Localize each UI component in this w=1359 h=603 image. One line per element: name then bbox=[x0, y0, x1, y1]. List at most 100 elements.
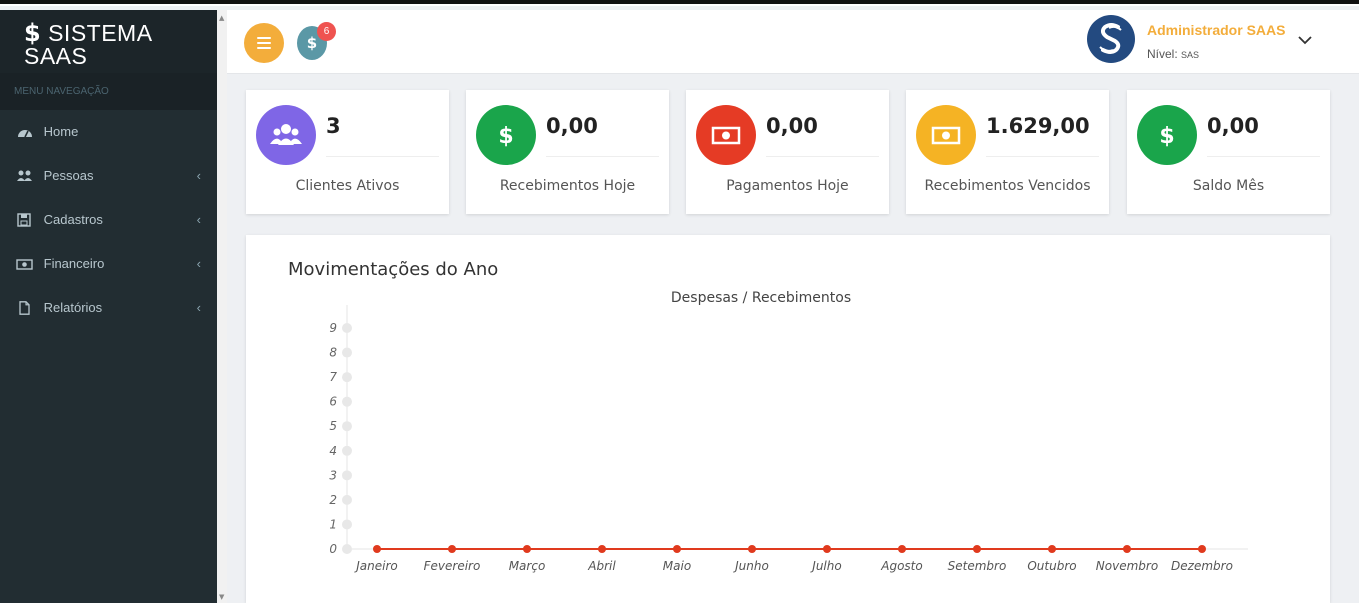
x-tick-label: Março bbox=[509, 559, 546, 573]
y-tick-marker bbox=[342, 421, 352, 432]
sidebar-item-relatorios[interactable]: Relatórios ‹ bbox=[0, 286, 217, 330]
user-level-value: SAS bbox=[1181, 50, 1200, 60]
sidebar: $ SISTEMA SAAS MENU NAVEGAÇÃO Home Pesso… bbox=[0, 10, 217, 603]
stat-card-saldo-mes[interactable]: $ 0,00 Saldo Mês bbox=[1127, 90, 1330, 214]
menu-header: MENU NAVEGAÇÃO bbox=[0, 73, 217, 110]
dollar-icon: $ bbox=[498, 124, 513, 149]
card-label: Saldo Mês bbox=[1192, 178, 1265, 194]
card-value: 1.629,00 bbox=[986, 114, 1090, 138]
data-point bbox=[748, 545, 756, 553]
stat-card-clientes-ativos[interactable]: 3 Clientes Ativos bbox=[246, 90, 449, 214]
user-level: Nível: SAS bbox=[1147, 47, 1199, 61]
card-icon-circle bbox=[256, 105, 316, 165]
y-tick-marker bbox=[342, 347, 352, 358]
divider bbox=[326, 156, 439, 157]
chevron-left-icon: ‹ bbox=[196, 168, 201, 183]
scroll-up-icon[interactable]: ▲ bbox=[219, 14, 224, 22]
card-icon-circle: $ bbox=[476, 105, 536, 165]
card-icon-circle bbox=[696, 105, 756, 165]
y-tick-label: 9 bbox=[329, 321, 337, 335]
divider bbox=[986, 156, 1099, 157]
card-value: 0,00 bbox=[1207, 114, 1259, 138]
data-point bbox=[973, 545, 981, 553]
data-point bbox=[373, 545, 381, 553]
svg-text:$: $ bbox=[1159, 124, 1174, 149]
logo-s-icon bbox=[1099, 23, 1122, 54]
dollar-icon: $ bbox=[306, 34, 318, 52]
chevron-left-icon: ‹ bbox=[196, 300, 201, 315]
stat-card-recebimentos-vencidos[interactable]: 1.629,00 Recebimentos Vencidos bbox=[906, 90, 1109, 214]
card-label: Clientes Ativos bbox=[295, 178, 400, 194]
floppy-disk-icon bbox=[17, 212, 31, 227]
x-tick-label: Junho bbox=[733, 559, 769, 573]
stat-card-recebimentos-hoje[interactable]: $ 0,00 Recebimentos Hoje bbox=[466, 90, 669, 214]
card-label: Recebimentos Hoje bbox=[499, 178, 636, 194]
sidebar-item-label: Pessoas bbox=[43, 168, 94, 183]
user-name[interactable]: Administrador SAAS bbox=[1147, 22, 1285, 38]
card-value: 3 bbox=[326, 114, 341, 138]
y-tick-marker bbox=[342, 544, 352, 554]
data-point bbox=[898, 545, 906, 553]
sidebar-item-label: Financeiro bbox=[43, 256, 105, 271]
sidebar-item-label: Home bbox=[43, 124, 79, 139]
y-tick-label: 4 bbox=[329, 444, 337, 458]
scroll-down-icon[interactable]: ▼ bbox=[219, 593, 224, 601]
scrollbar[interactable]: ▲ ▼ bbox=[217, 10, 227, 603]
sidebar-item-home[interactable]: Home bbox=[0, 110, 217, 154]
data-point bbox=[448, 545, 456, 553]
card-value: 0,00 bbox=[546, 114, 598, 138]
user-level-label: Nível: bbox=[1147, 47, 1178, 61]
x-tick-label: Agosto bbox=[880, 559, 922, 573]
x-tick-label: Outubro bbox=[1027, 559, 1076, 573]
chevron-left-icon: ‹ bbox=[196, 212, 201, 227]
dashboard-icon bbox=[18, 129, 32, 137]
top-navbar: $ 6 Administrador SAAS Nível: SAS bbox=[227, 10, 1359, 74]
x-tick-label: Janeiro bbox=[354, 559, 398, 573]
data-point bbox=[823, 545, 831, 553]
y-tick-marker bbox=[342, 372, 352, 383]
brand-logo[interactable]: $ SISTEMA SAAS bbox=[0, 10, 217, 73]
y-tick-label: 1 bbox=[329, 517, 337, 531]
y-tick-marker bbox=[342, 470, 352, 481]
x-tick-label: Julho bbox=[810, 559, 841, 573]
sidebar-item-cadastros[interactable]: Cadastros ‹ bbox=[0, 198, 217, 242]
stat-card-pagamentos-hoje[interactable]: 0,00 Pagamentos Hoje bbox=[686, 90, 889, 214]
data-point bbox=[598, 545, 606, 553]
y-tick-label: 7 bbox=[329, 370, 337, 384]
y-tick-label: 6 bbox=[329, 395, 337, 409]
card-value: 0,00 bbox=[766, 114, 818, 138]
y-tick-label: 2 bbox=[329, 493, 337, 507]
data-point bbox=[673, 545, 681, 553]
file-icon bbox=[19, 300, 30, 315]
y-tick-label: 3 bbox=[329, 468, 337, 482]
x-tick-label: Setembro bbox=[948, 559, 1007, 573]
x-tick-label: Dezembro bbox=[1171, 559, 1233, 573]
card-label: Pagamentos Hoje bbox=[726, 178, 849, 194]
chevron-down-icon[interactable] bbox=[1295, 30, 1315, 50]
data-point bbox=[1048, 545, 1056, 553]
sidebar-item-pessoas[interactable]: Pessoas ‹ bbox=[0, 154, 217, 198]
brand-name-line2: SAAS bbox=[24, 43, 88, 69]
sidebar-item-label: Relatórios bbox=[43, 300, 103, 315]
data-point bbox=[1198, 545, 1206, 553]
y-tick-marker bbox=[342, 445, 352, 456]
divider bbox=[546, 156, 659, 157]
y-tick-label: 8 bbox=[329, 346, 337, 360]
money-bill-icon bbox=[931, 126, 961, 145]
data-point bbox=[1123, 545, 1131, 553]
sidebar-item-financeiro[interactable]: Financeiro ‹ bbox=[0, 242, 217, 286]
y-tick-marker bbox=[342, 494, 352, 505]
menu-toggle-button[interactable] bbox=[244, 23, 284, 63]
y-tick-label: 5 bbox=[329, 419, 337, 433]
sidebar-item-label: Cadastros bbox=[43, 212, 103, 227]
avatar[interactable] bbox=[1087, 15, 1135, 63]
users-icon bbox=[270, 124, 302, 145]
y-tick-marker bbox=[342, 323, 352, 333]
users-icon bbox=[17, 170, 32, 181]
y-tick-marker bbox=[342, 396, 352, 407]
line-chart: Despesas / Recebimentos 0 1 2 3 4 5 6 7 8 9 Janeiro… bbox=[329, 290, 1248, 573]
divider bbox=[766, 156, 879, 157]
x-tick-label: Fevereiro bbox=[424, 559, 481, 573]
x-tick-label: Maio bbox=[663, 559, 691, 573]
card-icon-circle: $ bbox=[1137, 105, 1197, 165]
